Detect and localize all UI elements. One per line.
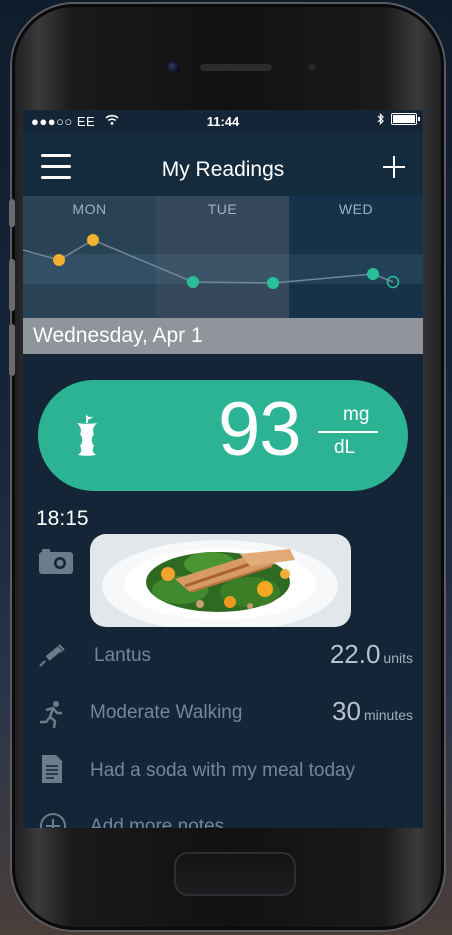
unit-denominator: dL [334,437,356,458]
activity-duration: 30 [332,696,361,726]
volume-down-button [9,324,15,376]
entry-time: 18:15 [36,507,89,530]
activity-name: Moderate Walking [90,702,243,723]
earpiece-speaker [200,64,272,71]
medication-name: Lantus [94,645,152,666]
readings-line-plot [23,234,400,289]
glucose-reading-card[interactable]: 93 mg dL [38,380,408,491]
page-title: My Readings [161,158,285,181]
activity-row[interactable]: Moderate Walking 30 minutes [23,692,423,732]
battery-icon [391,113,420,125]
add-circle-icon [40,813,66,828]
readings-trend-line [23,239,394,284]
home-button[interactable] [174,852,296,896]
reading-point-mon-2 [87,234,99,246]
mute-switch [9,199,15,227]
salad-photo-image [90,534,351,627]
unit-numerator: mg [343,404,370,425]
bluetooth-icon [377,113,384,125]
reading-point-tue-2 [267,277,279,289]
medication-unit: units [383,650,413,666]
navigation-bar: My Readings [23,132,423,196]
reading-point-mon-1 [53,254,65,266]
date-label: Wednesday, Apr 1 [33,324,203,347]
running-icon [40,701,62,729]
readings-chart: MON TUE WED [23,196,423,318]
medication-row[interactable]: Lantus 22.0 units [23,635,423,675]
add-notes-row[interactable]: Add more notes [23,806,423,828]
medication-dose: 22.0 [329,639,381,669]
note-text: Had a soda with my meal today [90,760,356,781]
status-bar: ●●●○○ EE 11:44 [23,110,423,132]
document-icon [42,755,62,783]
volume-up-button [9,259,15,311]
add-reading-plus-icon[interactable] [383,156,405,178]
glucose-value: 93 [218,387,302,472]
unit-fraction-line [318,431,378,433]
front-camera [167,61,180,74]
add-notes-label: Add more notes [90,816,225,828]
meal-photo[interactable] [90,534,351,627]
reading-point-wed-1 [367,268,379,280]
note-row[interactable]: Had a soda with my meal today [23,750,423,790]
syringe-icon [39,644,65,667]
reading-point-tue-1 [187,276,199,288]
activity-unit: minutes [363,707,413,723]
status-time: 11:44 [206,114,240,129]
date-header: Wednesday, Apr 1 [23,318,423,354]
apple-core-icon [77,414,97,456]
camera-icon[interactable] [38,548,74,576]
app-screen: ●●●○○ EE 11:44 My Readings MON TUE WED W… [23,110,423,828]
proximity-sensor [308,63,316,71]
